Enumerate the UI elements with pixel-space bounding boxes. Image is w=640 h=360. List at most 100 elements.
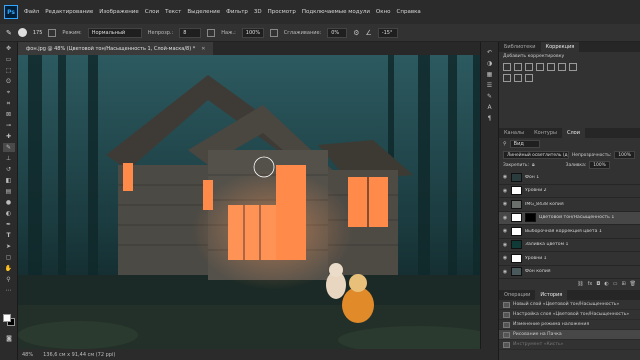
link-layers-icon[interactable]: ⛓ <box>577 281 583 287</box>
tab-actions[interactable]: Операции <box>499 290 535 300</box>
opacity-input[interactable]: 8 <box>179 27 202 38</box>
dodge-tool-icon[interactable]: ◐ <box>3 209 15 218</box>
history-item[interactable]: Настройка слоя «Цветовой тон/Насыщенност… <box>499 310 640 320</box>
path-select-tool-icon[interactable]: ➤ <box>3 242 15 251</box>
smoothing-settings-icon[interactable]: ⚙ <box>353 29 359 37</box>
channel-mixer-icon[interactable] <box>525 74 533 82</box>
smoothing-input[interactable]: 0% <box>327 27 348 38</box>
brush-preset-icon[interactable] <box>17 28 27 37</box>
menu-text[interactable]: Текст <box>165 9 181 15</box>
history-brush-tool-icon[interactable]: ↺ <box>3 165 15 174</box>
properties-panel-icon[interactable]: ☰ <box>484 81 496 90</box>
fx-icon[interactable]: fx <box>588 281 593 287</box>
blend-mode-select[interactable]: Линейный осветлитель (добав… <box>503 151 569 159</box>
curves-icon[interactable] <box>525 63 533 71</box>
artboard-tool-icon[interactable]: ▭ <box>3 55 15 64</box>
lasso-tool-icon[interactable]: ʘ <box>3 77 15 86</box>
photo-filter-icon[interactable] <box>514 74 522 82</box>
frame-tool-icon[interactable]: ⊠ <box>3 110 15 119</box>
brush-settings-icon[interactable]: ✎ <box>484 92 496 101</box>
visibility-eye-icon[interactable]: ◉ <box>502 255 508 261</box>
layer-mask-thumbnail[interactable] <box>525 213 536 223</box>
menu-window[interactable]: Окно <box>376 9 391 15</box>
history-panel-icon[interactable]: ↶ <box>484 48 496 57</box>
brush-panel-icon[interactable] <box>48 28 57 37</box>
history-item[interactable]: Изменение режима наложения <box>499 320 640 330</box>
new-adjustment-icon[interactable]: ◐ <box>604 281 608 287</box>
hand-tool-icon[interactable]: ✋ <box>3 264 15 273</box>
menu-file[interactable]: Файл <box>24 9 39 15</box>
black-white-icon[interactable] <box>503 74 511 82</box>
layer-opacity-input[interactable]: 100% <box>614 151 635 159</box>
tab-layers[interactable]: Слои <box>561 128 585 138</box>
photoshop-logo[interactable]: Ps <box>4 5 18 19</box>
mode-select[interactable]: Нормальный <box>87 27 142 38</box>
visibility-eye-icon[interactable]: ◉ <box>502 201 508 207</box>
eraser-tool-icon[interactable]: ◧ <box>3 176 15 185</box>
layer-row-3[interactable]: ◉ Цветовой тон/Насыщенность 1 <box>499 211 640 225</box>
pressure-opacity-icon[interactable] <box>207 28 216 37</box>
angle-input[interactable]: -15° <box>377 27 398 38</box>
add-mask-icon[interactable]: ◘ <box>596 281 600 287</box>
close-icon[interactable]: ✕ <box>201 46 205 52</box>
lock-icon[interactable]: 🔒︎ <box>532 162 535 168</box>
tab-libraries[interactable]: Библиотеки <box>499 42 541 52</box>
layer-filter-select[interactable]: Вид <box>509 140 540 148</box>
zoom-tool-icon[interactable]: ⚲ <box>3 275 15 284</box>
brightness-icon[interactable] <box>503 63 511 71</box>
layer-row-5[interactable]: ◉ Заливка цветом 1 <box>499 239 640 252</box>
visibility-eye-icon[interactable]: ◉ <box>502 174 508 180</box>
flow-input[interactable]: 100% <box>241 27 264 38</box>
layer-row-2[interactable]: ◉ IMG_8438 копия <box>499 198 640 212</box>
tab-adjustments[interactable]: Коррекция <box>540 42 580 52</box>
menu-image[interactable]: Изображение <box>99 9 139 15</box>
healing-brush-tool-icon[interactable]: ✚ <box>3 132 15 141</box>
quick-select-tool-icon[interactable]: ⌖ <box>3 88 15 97</box>
history-item[interactable]: Новый слой «Цветовой тон/Насыщенность» <box>499 300 640 310</box>
document-tab[interactable]: фон.jpg @ 48% (Цветовой тон/Насыщенность… <box>18 42 214 55</box>
visibility-eye-icon[interactable]: ◉ <box>502 228 508 234</box>
more-tools-icon[interactable]: ⋯ <box>3 286 15 295</box>
visibility-eye-icon[interactable]: ◉ <box>502 188 508 194</box>
visibility-eye-icon[interactable]: ◉ <box>502 269 508 275</box>
tab-paths[interactable]: Контуры <box>529 128 562 138</box>
history-item[interactable]: Рисование на Пачка <box>499 330 640 340</box>
pen-tool-icon[interactable]: ✒ <box>3 220 15 229</box>
gradient-tool-icon[interactable]: ▤ <box>3 187 15 196</box>
brush-tool-icon[interactable]: ✎ <box>6 29 12 37</box>
swatches-panel-icon[interactable]: ▦ <box>484 70 496 79</box>
vibrance-icon[interactable] <box>547 63 555 71</box>
visibility-eye-icon[interactable]: ◉ <box>502 242 508 248</box>
menu-filter[interactable]: Фильтр <box>226 9 248 15</box>
layer-row-1[interactable]: ◉ Уровни 2 <box>499 185 640 198</box>
menu-view[interactable]: Просмотр <box>268 9 296 15</box>
menu-select[interactable]: Выделение <box>187 9 220 15</box>
color-balance-icon[interactable] <box>569 63 577 71</box>
character-panel-icon[interactable]: A <box>484 103 496 112</box>
new-layer-icon[interactable]: ⊞ <box>621 281 625 287</box>
trash-icon[interactable]: 🗑︎ <box>630 281 636 287</box>
menu-help[interactable]: Справка <box>397 9 421 15</box>
quick-mask-icon[interactable]: ◙ <box>3 334 15 343</box>
paragraph-panel-icon[interactable]: ¶ <box>484 114 496 123</box>
menu-edit[interactable]: Редактирование <box>45 9 93 15</box>
visibility-eye-icon[interactable]: ◉ <box>502 215 508 221</box>
color-panel-icon[interactable]: ◑ <box>484 59 496 68</box>
layer-row-0[interactable]: ◉ Фон 1 <box>499 171 640 185</box>
exposure-icon[interactable] <box>536 63 544 71</box>
marquee-tool-icon[interactable]: ⬚ <box>3 66 15 75</box>
eyedropper-tool-icon[interactable]: ⊸ <box>3 121 15 130</box>
zoom-level[interactable]: 48% <box>22 352 33 358</box>
menu-3d[interactable]: 3D <box>254 9 262 15</box>
airbrush-icon[interactable] <box>269 28 278 37</box>
type-tool-icon[interactable]: T <box>3 231 15 240</box>
fill-input[interactable]: 100% <box>589 161 610 169</box>
history-item[interactable]: Инструмент «Кисть» <box>499 340 640 350</box>
shape-tool-icon[interactable]: ▢ <box>3 253 15 262</box>
clone-stamp-tool-icon[interactable]: ⊥ <box>3 154 15 163</box>
tab-history[interactable]: История <box>535 290 568 300</box>
menu-layers[interactable]: Слои <box>145 9 159 15</box>
foreground-color-swatch[interactable] <box>3 314 11 322</box>
crop-tool-icon[interactable]: ⌗ <box>3 99 15 108</box>
layer-row-4[interactable]: ◉ Выборочная коррекция цвета 1 <box>499 225 640 239</box>
